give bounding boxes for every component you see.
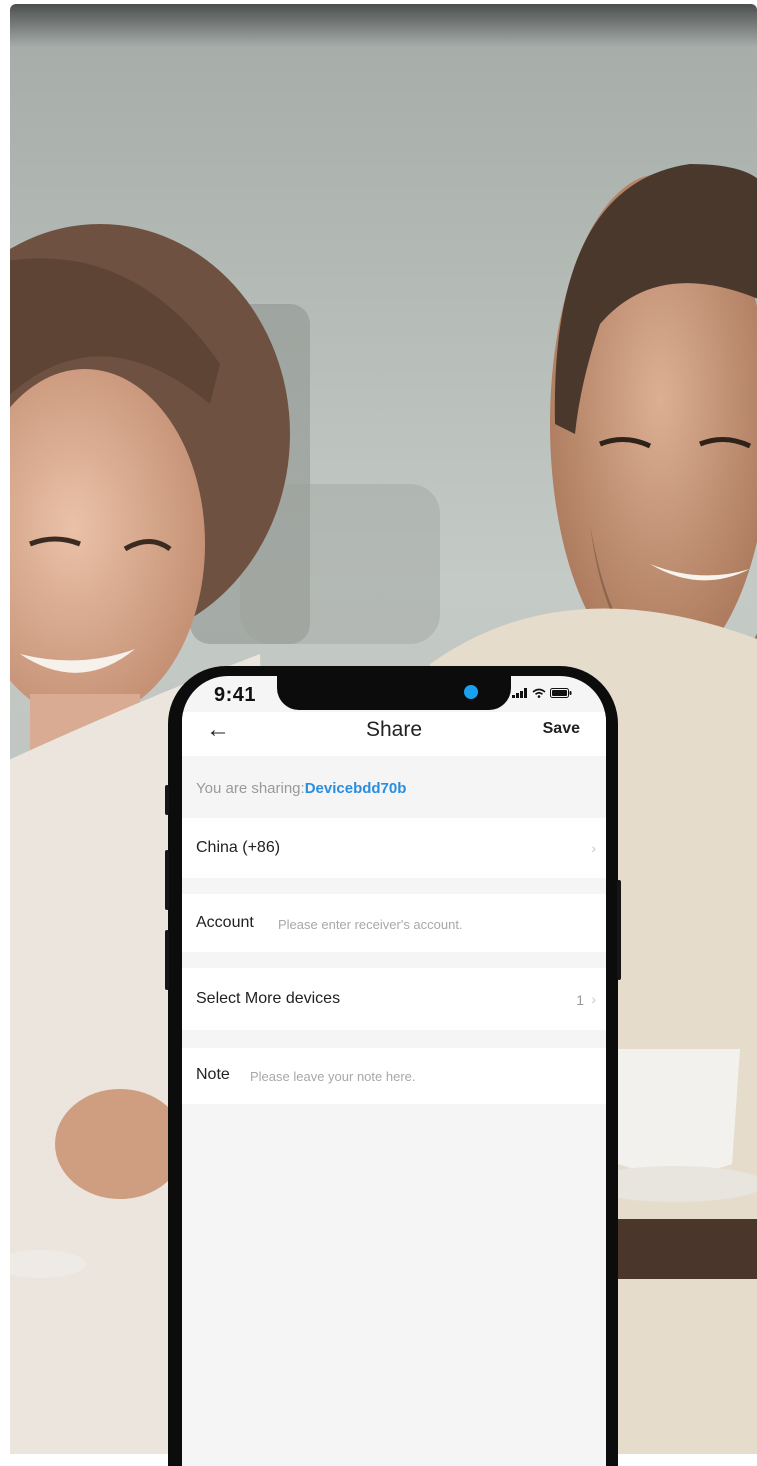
- device-count-badge: 1: [576, 992, 584, 1008]
- camera-indicator-icon: [464, 685, 478, 699]
- signal-icon: [512, 688, 527, 698]
- note-input[interactable]: Please leave your note here.: [250, 1069, 416, 1084]
- battery-icon: [550, 688, 572, 698]
- account-label: Account: [196, 914, 254, 931]
- phone-volume-down-button: [165, 930, 169, 990]
- phone-volume-up-button: [165, 850, 169, 910]
- status-icons: [512, 688, 572, 698]
- device-name: Devicebdd70b: [304, 780, 407, 797]
- sharing-info: You are sharing:Devicebdd70b: [196, 780, 406, 797]
- region-label: China (+86): [196, 839, 281, 856]
- select-devices-label: Select More devices: [196, 990, 341, 1007]
- phone-screen: 9:41 ← Share Save You are sharing:Device…: [182, 676, 606, 1466]
- note-row[interactable]: Note Please leave your note here.: [182, 1048, 606, 1104]
- navigation-bar: ← Share Save: [182, 712, 606, 756]
- phone-side-button: [165, 785, 169, 815]
- note-label: Note: [196, 1066, 230, 1083]
- sharing-prefix: You are sharing:: [196, 780, 305, 797]
- region-row[interactable]: China (+86) ›: [182, 818, 606, 878]
- phone-power-button: [617, 880, 621, 980]
- chevron-right-icon: ›: [591, 991, 596, 1007]
- account-row[interactable]: Account Please enter receiver's account.: [182, 894, 606, 952]
- select-devices-row[interactable]: Select More devices 1 ›: [182, 968, 606, 1030]
- wifi-icon: [532, 688, 546, 698]
- account-input[interactable]: Please enter receiver's account.: [278, 917, 463, 932]
- chevron-right-icon: ›: [591, 840, 596, 856]
- status-time: 9:41: [214, 684, 257, 706]
- save-button[interactable]: Save: [543, 720, 580, 738]
